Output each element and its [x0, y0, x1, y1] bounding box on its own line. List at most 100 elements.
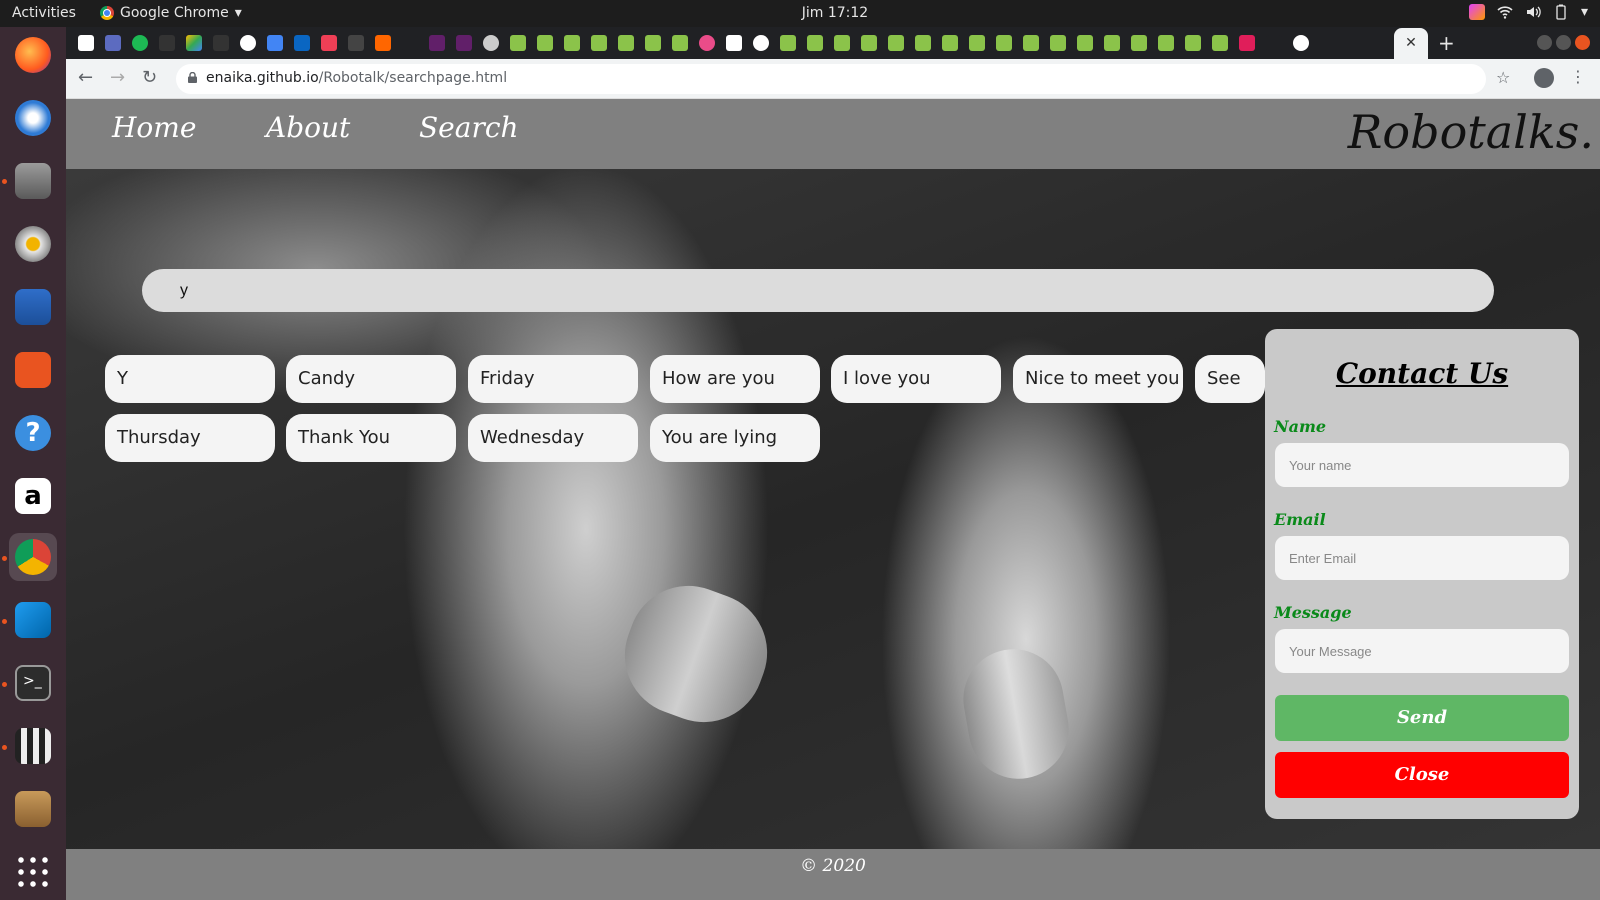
- w3-icon[interactable]: [1131, 35, 1147, 51]
- w3-icon[interactable]: [1158, 35, 1174, 51]
- tab-icon[interactable]: [159, 35, 175, 51]
- spotify-icon[interactable]: [132, 35, 148, 51]
- slack-icon[interactable]: [1239, 35, 1255, 51]
- nav-about-link[interactable]: About: [266, 111, 350, 144]
- forward-arrow-icon[interactable]: →: [110, 67, 125, 88]
- gmail-icon[interactable]: [78, 35, 94, 51]
- dribbble-icon[interactable]: [699, 35, 715, 51]
- w3-icon[interactable]: [780, 35, 796, 51]
- tasks-icon[interactable]: [105, 35, 121, 51]
- w3-icon[interactable]: [1212, 35, 1228, 51]
- new-tab-button[interactable]: +: [1438, 31, 1455, 55]
- active-tab[interactable]: ✕: [1394, 28, 1428, 59]
- chip-result[interactable]: Friday: [468, 355, 638, 403]
- chrome-icon[interactable]: [9, 533, 57, 581]
- w3-icon[interactable]: [1050, 35, 1066, 51]
- archive-icon[interactable]: [9, 785, 57, 833]
- system-tray[interactable]: ▾: [1468, 4, 1588, 20]
- vscode-icon[interactable]: [9, 596, 57, 644]
- w3-icon[interactable]: [618, 35, 634, 51]
- account-icon[interactable]: [1534, 68, 1554, 88]
- slack-icon[interactable]: [456, 35, 472, 51]
- maximize-icon[interactable]: [1556, 35, 1571, 50]
- name-field[interactable]: [1275, 443, 1569, 487]
- window-close-icon[interactable]: [1575, 35, 1590, 50]
- w3-icon[interactable]: [942, 35, 958, 51]
- wifi-icon[interactable]: [1497, 4, 1513, 20]
- tab-icon[interactable]: [1266, 35, 1282, 51]
- chip-result[interactable]: I love you: [831, 355, 1001, 403]
- tab-icon[interactable]: [483, 35, 499, 51]
- firefox-icon[interactable]: [9, 31, 57, 79]
- chip-result[interactable]: Thank You: [286, 414, 456, 462]
- w3-icon[interactable]: [969, 35, 985, 51]
- close-button[interactable]: Close: [1275, 752, 1569, 798]
- thunderbird-icon[interactable]: [9, 94, 57, 142]
- reload-icon[interactable]: ↻: [142, 67, 157, 88]
- battery-icon[interactable]: [1553, 4, 1569, 20]
- w3-icon[interactable]: [834, 35, 850, 51]
- codepen-icon[interactable]: [726, 35, 742, 51]
- brand-logo[interactable]: Robotalks.: [1348, 105, 1594, 159]
- w3-icon[interactable]: [861, 35, 877, 51]
- files-icon[interactable]: [9, 157, 57, 205]
- chip-result[interactable]: You are lying: [650, 414, 820, 462]
- close-icon[interactable]: ✕: [1405, 35, 1417, 51]
- rhythmbox-icon[interactable]: [9, 220, 57, 268]
- google-icon[interactable]: [753, 35, 769, 51]
- terminal-icon[interactable]: >_: [9, 659, 57, 707]
- pinned-tabs[interactable]: [78, 35, 1309, 51]
- nav-search-link[interactable]: Search: [419, 111, 519, 144]
- w3-icon[interactable]: [1077, 35, 1093, 51]
- w3-icon[interactable]: [915, 35, 931, 51]
- docs-icon[interactable]: [267, 35, 283, 51]
- w3-icon[interactable]: [591, 35, 607, 51]
- omnibox[interactable]: enaika.github.io/Robotalk/searchpage.htm…: [176, 64, 1486, 94]
- chip-result[interactable]: Wednesday: [468, 414, 638, 462]
- w3-icon[interactable]: [510, 35, 526, 51]
- kebab-menu-icon[interactable]: ⋮: [1570, 67, 1586, 86]
- cube-icon[interactable]: [1468, 4, 1485, 20]
- chip-result[interactable]: Thursday: [105, 414, 275, 462]
- minimize-icon[interactable]: [1537, 35, 1552, 50]
- video-editor-icon[interactable]: [9, 722, 57, 770]
- w3-icon[interactable]: [1185, 35, 1201, 51]
- github-icon[interactable]: [240, 35, 256, 51]
- bookmark-star-icon[interactable]: ☆: [1496, 68, 1510, 87]
- chip-result[interactable]: Candy: [286, 355, 456, 403]
- drive-icon[interactable]: [186, 35, 202, 51]
- tab-icon[interactable]: [402, 35, 418, 51]
- email-field[interactable]: [1275, 536, 1569, 580]
- w3-icon[interactable]: [564, 35, 580, 51]
- clock[interactable]: Jim 17:12: [0, 5, 1600, 21]
- back-arrow-icon[interactable]: ←: [78, 67, 93, 88]
- slack-icon[interactable]: [429, 35, 445, 51]
- pocket-icon[interactable]: [321, 35, 337, 51]
- chip-result[interactable]: See: [1195, 355, 1265, 403]
- w3-icon[interactable]: [672, 35, 688, 51]
- amazon-icon[interactable]: a: [9, 472, 57, 520]
- chip-result[interactable]: How are you: [650, 355, 820, 403]
- url-text[interactable]: enaika.github.io/Robotalk/searchpage.htm…: [206, 70, 507, 86]
- message-field[interactable]: [1275, 629, 1569, 673]
- tab-icon[interactable]: [213, 35, 229, 51]
- w3-icon[interactable]: [645, 35, 661, 51]
- w3-icon[interactable]: [996, 35, 1012, 51]
- chip-result[interactable]: Nice to meet you: [1013, 355, 1183, 403]
- w3-icon[interactable]: [1104, 35, 1120, 51]
- w3-icon[interactable]: [537, 35, 553, 51]
- volume-icon[interactable]: [1525, 4, 1541, 20]
- send-button[interactable]: Send: [1275, 695, 1569, 741]
- software-center-icon[interactable]: [9, 346, 57, 394]
- github-icon[interactable]: [1293, 35, 1309, 51]
- w3-icon[interactable]: [888, 35, 904, 51]
- hackernews-icon[interactable]: [375, 35, 391, 51]
- chevron-down-icon[interactable]: ▾: [1581, 4, 1588, 20]
- nav-home-link[interactable]: Home: [112, 111, 196, 144]
- tab-icon[interactable]: [348, 35, 364, 51]
- w3-icon[interactable]: [807, 35, 823, 51]
- linkedin-icon[interactable]: [294, 35, 310, 51]
- help-icon[interactable]: ?: [9, 409, 57, 457]
- chip-result[interactable]: Y: [105, 355, 275, 403]
- search-input[interactable]: [142, 269, 1494, 312]
